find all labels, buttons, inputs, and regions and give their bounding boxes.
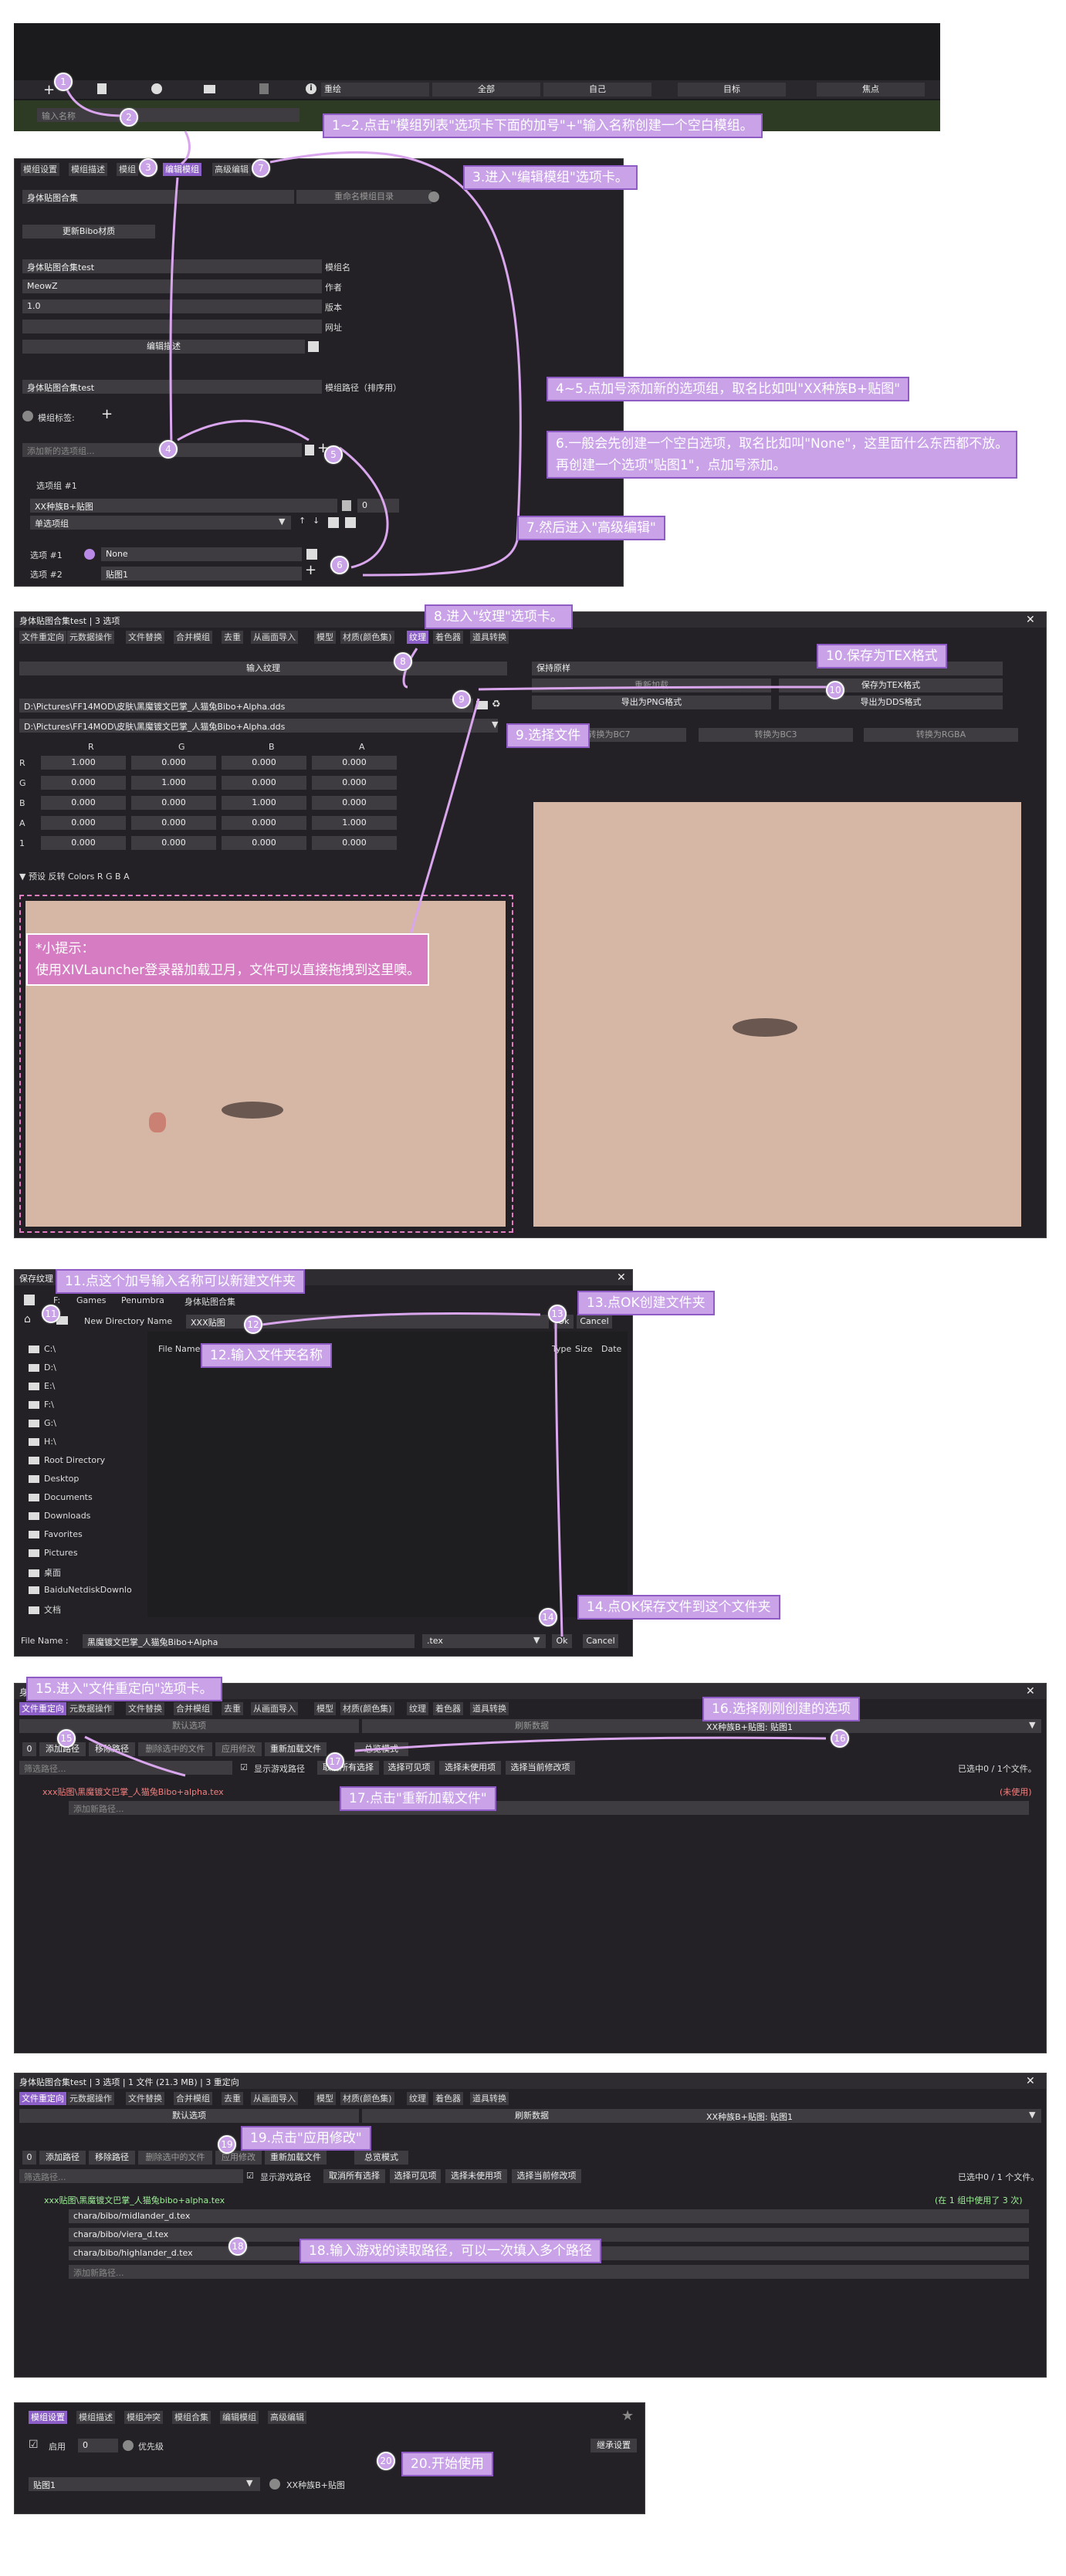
callout-step-13: 13.点OK创建文件夹 — [577, 1291, 715, 1315]
callout-step-18: 18.输入游戏的读取路径，可以一次填入多个路径 — [299, 2239, 602, 2263]
step-badge-6: 6 — [330, 556, 349, 574]
step-badge-3: 3 — [139, 158, 157, 177]
callout-step-3: 3.进入"编辑模组"选项卡。 — [463, 165, 638, 190]
callout-step-14: 14.点OK保存文件到这个文件夹 — [577, 1595, 780, 1620]
step-badge-17: 17 — [326, 1752, 344, 1771]
step-badge-5: 5 — [324, 445, 343, 464]
step-badge-1: 1 — [54, 73, 73, 91]
step-badge-2: 2 — [120, 108, 138, 127]
step-badge-16: 16 — [831, 1729, 849, 1748]
callout-step-7: 7.然后进入"高级编辑" — [517, 516, 665, 540]
callout-step-16: 16.选择刚刚创建的选项 — [702, 1697, 861, 1721]
tip-title: *小提示： — [36, 941, 95, 956]
callout-step-20: 20.开始使用 — [401, 2452, 494, 2476]
step-badge-12: 12 — [244, 1315, 262, 1334]
callout-step-4-5: 4~5.点加号添加新的选项组，取名比如叫"XX种族B+贴图" — [547, 377, 910, 401]
step-badge-4: 4 — [159, 440, 178, 459]
tip-callout: *小提示： 使用XIVLauncher登录器加载卫月，文件可以直接拖拽到这里噢。 — [26, 933, 430, 986]
step-badge-20: 20 — [377, 2452, 395, 2470]
step-badge-10: 10 — [826, 681, 844, 699]
step-badge-7: 7 — [252, 159, 270, 178]
step-badge-19: 19 — [218, 2135, 236, 2154]
step-badge-8: 8 — [394, 652, 412, 671]
step-badge-13: 13 — [548, 1305, 567, 1323]
callout-step-6b: 再创建一个选项"贴图1"，点加号添加。 — [556, 458, 787, 473]
callout-step-11: 11.点这个加号输入名称可以新建文件夹 — [56, 1269, 306, 1294]
step-badge-18: 18 — [228, 2237, 247, 2256]
step-badge-11: 11 — [42, 1305, 60, 1323]
callout-step-9: 9.选择文件 — [506, 723, 591, 748]
callout-step-8: 8.进入"纹理"选项卡。 — [425, 604, 573, 629]
callout-step-15: 15.进入"文件重定向"选项卡。 — [26, 1677, 222, 1701]
step-badge-9: 9 — [452, 690, 471, 709]
callout-step-17: 17.点击"重新加载文件" — [340, 1786, 496, 1811]
callout-step-10: 10.保存为TEX格式 — [817, 644, 947, 669]
callout-step-1: 1~2.点击"模组列表"选项卡下面的加号"+"输入名称创建一个空白模组。 — [323, 113, 763, 138]
callout-step-6a: 6.一般会先创建一个空白选项，取名比如叫"None"，这里面什么东西都不放。 — [556, 436, 1009, 452]
step-badge-15: 15 — [57, 1729, 76, 1748]
callout-step-12: 12.输入文件夹名称 — [201, 1343, 333, 1368]
tip-body: 使用XIVLauncher登录器加载卫月，文件可以直接拖拽到这里噢。 — [36, 963, 421, 978]
step-badge-14: 14 — [539, 1608, 557, 1627]
callout-step-19: 19.点击"应用修改" — [241, 2126, 371, 2151]
callout-step-6: 6.一般会先创建一个空白选项，取名比如叫"None"，这里面什么东西都不放。 再… — [547, 431, 1018, 479]
